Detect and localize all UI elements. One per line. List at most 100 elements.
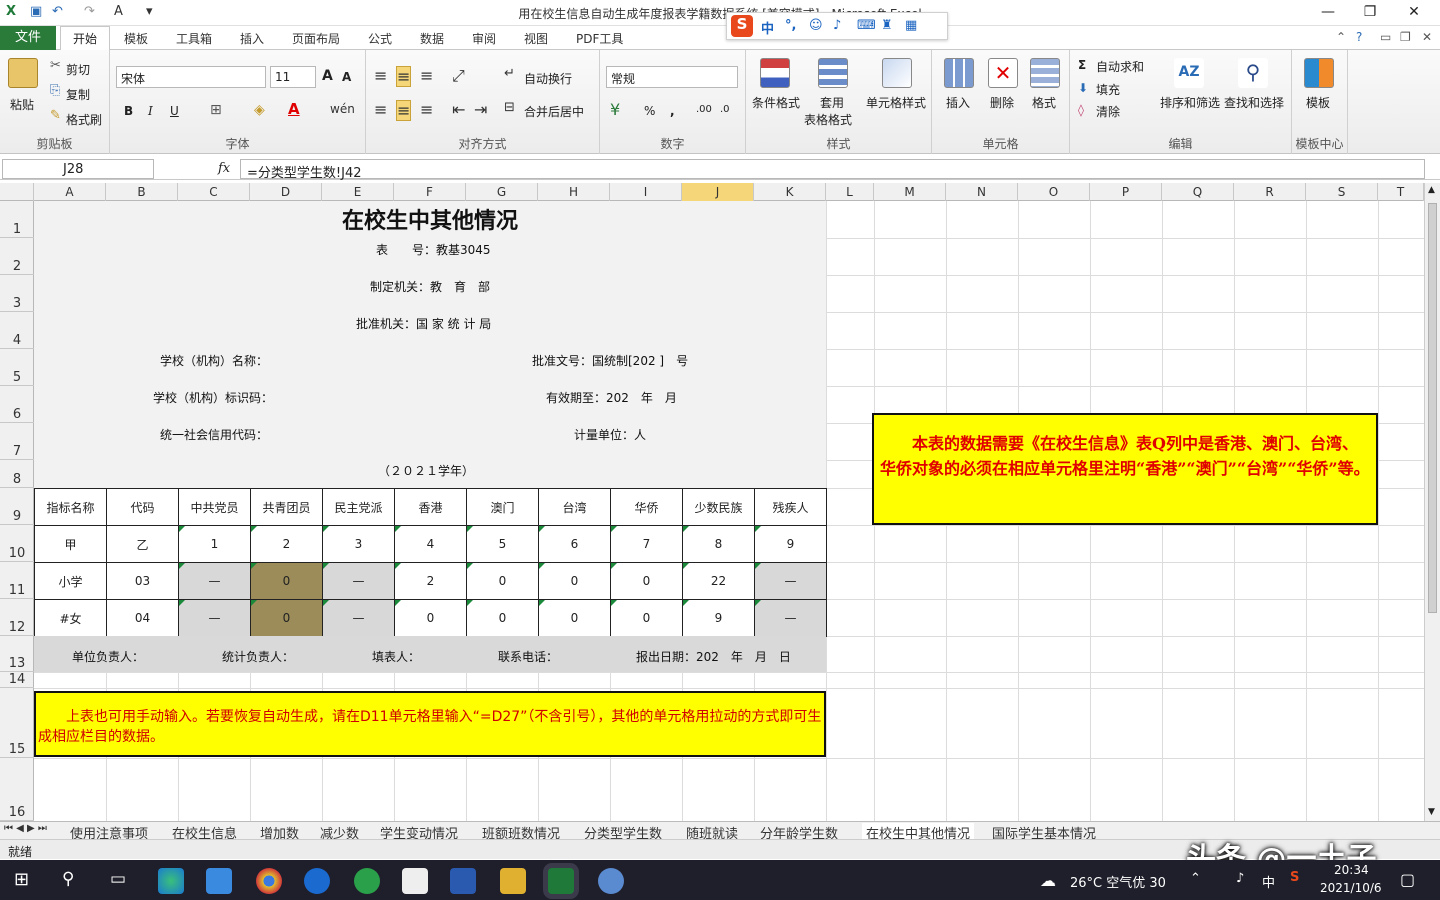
increase-indent-icon[interactable]: ⇥ xyxy=(474,100,487,119)
fx-icon[interactable]: fx xyxy=(218,161,230,176)
delete-cells-button[interactable]: 删除 xyxy=(990,94,1014,111)
sheet-grid[interactable]: 在校生中其他情况 表 号：教基3045 制定机关：教 育 部 批准机关：国 家 … xyxy=(34,201,1424,821)
underline-icon[interactable]: U xyxy=(170,104,179,118)
table-cell[interactable]: — xyxy=(322,599,395,637)
table-cell[interactable]: — xyxy=(322,562,395,600)
table-cell[interactable]: 22 xyxy=(682,562,755,600)
cut-icon[interactable]: ✂ xyxy=(50,58,61,73)
align-middle-icon[interactable]: ≡ xyxy=(396,66,412,87)
col-header-B[interactable]: B xyxy=(106,183,178,201)
cell-styles-button[interactable]: 单元格样式 xyxy=(866,94,926,111)
table-cell[interactable]: — xyxy=(178,562,251,600)
find-select-button[interactable]: 查找和选择 xyxy=(1224,94,1284,111)
col-header-G[interactable]: G xyxy=(466,183,538,201)
col-header-S[interactable]: S xyxy=(1306,183,1378,201)
table-cell[interactable]: 0 xyxy=(538,599,611,637)
chrome-icon[interactable] xyxy=(256,868,282,894)
col-header-F[interactable]: F xyxy=(394,183,466,201)
table-cell[interactable]: 代码 xyxy=(106,488,179,526)
clock-time[interactable]: 20:34 xyxy=(1334,863,1369,877)
sort-filter-button[interactable]: 排序和筛选 xyxy=(1160,94,1220,111)
font-size-select[interactable]: 11 xyxy=(270,66,316,88)
phonetic-icon[interactable]: wén xyxy=(330,102,355,116)
paste-icon[interactable] xyxy=(8,58,38,88)
find-select-icon[interactable]: ⚲ xyxy=(1238,58,1268,88)
tab-formulas[interactable]: 公式 xyxy=(368,30,392,47)
table-cell[interactable]: 香港 xyxy=(394,488,467,526)
minimize-icon[interactable]: — xyxy=(1314,4,1342,20)
row-header-12[interactable]: 12 xyxy=(0,599,34,636)
autosum-icon[interactable]: Σ xyxy=(1078,58,1086,72)
wrap-text-icon[interactable]: ↵ xyxy=(504,66,515,81)
comma-icon[interactable]: , xyxy=(670,104,675,118)
tab-home[interactable]: 开始 xyxy=(60,26,110,51)
table-cell[interactable]: — xyxy=(754,599,827,637)
scroll-down-icon[interactable]: ▼ xyxy=(1428,807,1435,817)
redo-icon[interactable]: ↷ xyxy=(84,4,95,19)
save-icon[interactable]: ▣ xyxy=(30,4,42,19)
font-name-select[interactable]: 宋体 xyxy=(116,66,266,88)
row-header-4[interactable]: 4 xyxy=(0,312,34,349)
col-header-O[interactable]: O xyxy=(1018,183,1090,201)
table-cell[interactable]: #女 xyxy=(34,599,107,637)
conditional-format-button[interactable]: 条件格式 xyxy=(752,94,800,111)
search-icon[interactable]: ⚲ xyxy=(62,869,74,889)
row-header-1[interactable]: 1 xyxy=(0,201,34,238)
table-cell[interactable]: 03 xyxy=(106,562,179,600)
table-cell[interactable]: 民主党派 xyxy=(322,488,395,526)
decrease-indent-icon[interactable]: ⇤ xyxy=(452,100,465,119)
table-cell[interactable]: 残疾人 xyxy=(754,488,827,526)
restore-icon[interactable]: ❐ xyxy=(1356,4,1384,20)
scroll-up-icon[interactable]: ▲ xyxy=(1428,185,1435,195)
merge-center-button[interactable]: 合并后居中 xyxy=(524,103,584,120)
tab-pdf[interactable]: PDF工具 xyxy=(576,30,623,47)
vertical-scrollbar[interactable]: ▲ ▼ xyxy=(1424,183,1440,821)
col-header-K[interactable]: K xyxy=(754,183,826,201)
col-header-Q[interactable]: Q xyxy=(1162,183,1234,201)
table-cell[interactable]: 0 xyxy=(610,562,683,600)
number-format-select[interactable]: 常规 xyxy=(606,66,738,88)
col-header-J[interactable]: J xyxy=(682,183,754,201)
template-icon[interactable] xyxy=(1304,58,1334,88)
table-cell[interactable]: 甲 xyxy=(34,525,107,563)
currency-icon[interactable]: ¥ xyxy=(610,100,620,119)
table-cell[interactable]: 0 xyxy=(250,562,323,600)
tray-chevron-icon[interactable]: ⌃ xyxy=(1190,871,1201,886)
tab-toolbox[interactable]: 工具箱 xyxy=(176,30,212,47)
row-header-8[interactable]: 8 xyxy=(0,460,34,488)
table-cell[interactable]: — xyxy=(178,599,251,637)
table-cell[interactable]: 0 xyxy=(466,562,539,600)
excel-taskbar-icon[interactable] xyxy=(548,868,574,894)
col-header-P[interactable]: P xyxy=(1090,183,1162,201)
format-cells-button[interactable]: 格式 xyxy=(1032,94,1056,111)
autosum-button[interactable]: 自动求和 xyxy=(1096,58,1144,75)
copy-icon[interactable]: ⎘ xyxy=(50,83,60,98)
format-painter-button[interactable]: 格式刷 xyxy=(66,111,102,128)
col-header-M[interactable]: M xyxy=(874,183,946,201)
word-icon[interactable] xyxy=(450,868,476,894)
scroll-thumb[interactable] xyxy=(1428,203,1437,613)
table-cell[interactable]: 9 xyxy=(682,599,755,637)
volume-icon[interactable]: ♪ xyxy=(1236,871,1244,886)
table-cell[interactable]: 少数民族 xyxy=(682,488,755,526)
col-header-A[interactable]: A xyxy=(34,183,106,201)
ime-toolbox-icon[interactable]: ▦ xyxy=(905,18,917,33)
table-cell[interactable]: 指标名称 xyxy=(34,488,107,526)
ime-voice-icon[interactable]: ♪ xyxy=(833,18,841,33)
table-cell[interactable]: 共青团员 xyxy=(250,488,323,526)
table-cell[interactable]: 中共党员 xyxy=(178,488,251,526)
col-header-I[interactable]: I xyxy=(610,183,682,201)
italic-icon[interactable]: I xyxy=(148,104,153,118)
browser-icon[interactable] xyxy=(354,868,380,894)
ime-chinese-icon[interactable]: 中 xyxy=(761,18,774,37)
col-header-N[interactable]: N xyxy=(946,183,1018,201)
col-header-H[interactable]: H xyxy=(538,183,610,201)
table-cell[interactable]: 乙 xyxy=(106,525,179,563)
windows-start-icon[interactable]: ⊞ xyxy=(14,869,29,890)
formula-input[interactable]: =分类型学生数!J42 xyxy=(240,159,1425,181)
sheet-nav-icons[interactable]: ⏮ ◀ ▶ ⏭ xyxy=(4,823,47,834)
row-header-11[interactable]: 11 xyxy=(0,562,34,599)
wrap-text-button[interactable]: 自动换行 xyxy=(524,70,572,87)
col-header-L[interactable]: L xyxy=(826,183,874,201)
decrease-decimal-icon[interactable]: .0 xyxy=(720,104,730,115)
